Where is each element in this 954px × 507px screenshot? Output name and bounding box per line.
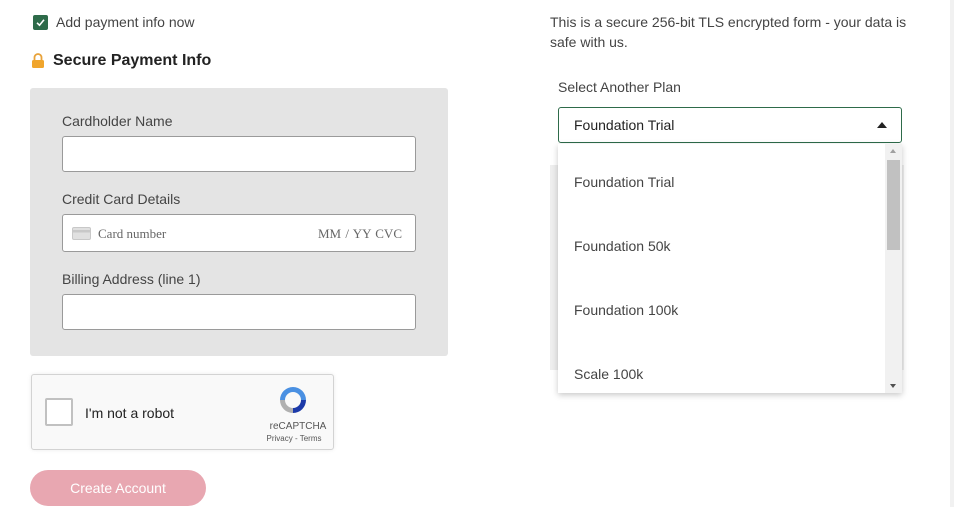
page-edge-strip <box>950 0 954 507</box>
security-note: This is a secure 256-bit TLS encrypted f… <box>550 14 907 50</box>
plan-select[interactable]: Foundation Trial <box>558 107 902 143</box>
check-icon <box>36 18 45 26</box>
scroll-up-arrow-icon[interactable] <box>890 149 896 153</box>
create-account-button[interactable]: Create Account <box>30 470 206 506</box>
recaptcha-brand: reCAPTCHA <box>269 421 327 432</box>
add-payment-now-label: Add payment info now <box>56 14 195 30</box>
secure-payment-heading: Secure Payment Info <box>31 52 211 70</box>
billing-address-label: Billing Address (line 1) <box>62 271 201 287</box>
card-details-field[interactable]: Card number MM / YY CVC <box>62 214 416 252</box>
plan-option[interactable]: Foundation Trial <box>558 150 884 214</box>
cardholder-name-input[interactable] <box>62 136 416 172</box>
payment-panel: Cardholder Name Credit Card Details Card… <box>30 88 448 356</box>
recaptcha-checkbox[interactable] <box>45 398 73 426</box>
recaptcha-links[interactable]: Privacy - Terms <box>258 434 330 443</box>
lock-icon <box>32 53 44 68</box>
add-payment-now-row[interactable]: Add payment info now <box>33 14 195 30</box>
credit-card-icon <box>72 227 91 240</box>
add-payment-now-checkbox[interactable] <box>33 14 48 30</box>
cardholder-name-label: Cardholder Name <box>62 113 173 129</box>
caret-up-icon <box>877 122 887 128</box>
section-title: Secure Payment Info <box>53 52 212 69</box>
plan-select-value: Foundation Trial <box>574 117 675 133</box>
dropdown-scrollbar[interactable] <box>885 144 902 393</box>
recaptcha-widget: I'm not a robot reCAPTCHA Privacy - Term… <box>31 374 334 450</box>
scrollbar-thumb[interactable] <box>887 160 900 250</box>
plan-dropdown-list[interactable]: Foundation Trial Foundation 50k Foundati… <box>558 144 902 393</box>
plan-option[interactable]: Scale 100k <box>558 342 884 393</box>
plan-option[interactable]: Foundation 50k <box>558 214 884 278</box>
billing-address-input[interactable] <box>62 294 416 330</box>
scroll-down-arrow-icon[interactable] <box>890 384 896 388</box>
recaptcha-logo-icon <box>280 387 306 413</box>
card-details-label: Credit Card Details <box>62 191 181 207</box>
card-number-placeholder: Card number <box>98 226 167 241</box>
card-expiry-cvc-placeholder: MM / YY CVC <box>317 226 402 241</box>
plan-option[interactable]: Foundation 100k <box>558 278 884 342</box>
recaptcha-label: I'm not a robot <box>85 405 175 421</box>
plan-select-label: Select Another Plan <box>558 79 681 95</box>
